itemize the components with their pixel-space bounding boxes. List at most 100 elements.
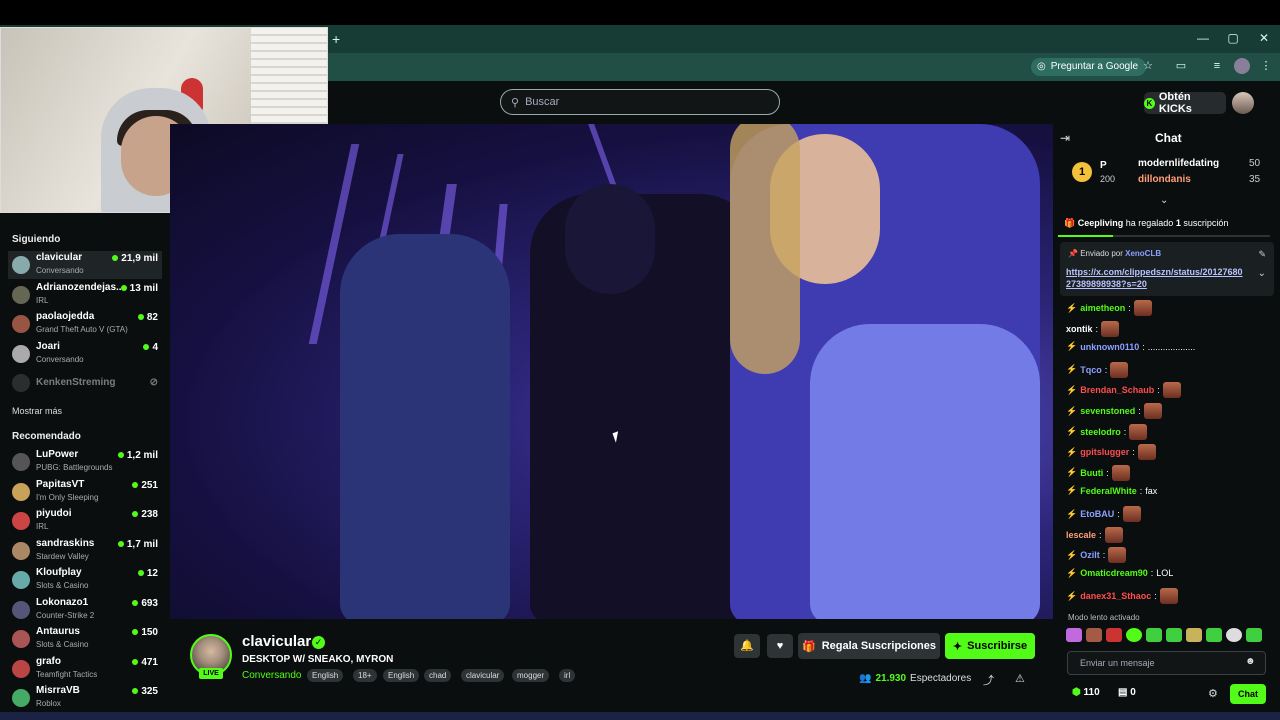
- emote-icon: [1159, 588, 1178, 605]
- browser-menu-icon[interactable]: ⋮: [1258, 58, 1274, 74]
- emote-icon[interactable]: [1186, 628, 1202, 642]
- streamer-name[interactable]: clavicular: [242, 633, 311, 650]
- sidebar-channel[interactable]: Lokonazo1 Counter-Strike 2 693: [8, 596, 162, 624]
- sidebar-channel[interactable]: piyudoi IRL 238: [8, 507, 162, 535]
- chat-colon: :: [1142, 341, 1145, 352]
- channel-category: IRL: [36, 522, 49, 531]
- sidebar-channel[interactable]: Adrianozendejas... IRL 13 mil: [8, 281, 162, 309]
- gift-subscriptions-button[interactable]: 🎁 Regala Suscripciones: [798, 633, 940, 659]
- pinned-by-user[interactable]: XenoCLB: [1125, 249, 1161, 258]
- bookmark-star-icon[interactable]: ☆: [1140, 58, 1156, 74]
- gift-user[interactable]: Ceepliving: [1078, 218, 1124, 228]
- stream-tag[interactable]: English: [307, 669, 344, 682]
- live-dot-icon: [137, 314, 144, 320]
- channel-viewer-count: 12: [146, 568, 158, 579]
- channel-points[interactable]: ⬢ 110: [1072, 687, 1100, 698]
- emote-icon[interactable]: [1126, 628, 1142, 642]
- sidebar-channel[interactable]: PapitasVT I'm Only Sleeping 251: [8, 478, 162, 506]
- share-icon[interactable]: ⤴: [983, 672, 994, 688]
- emote-icon[interactable]: [1066, 628, 1082, 642]
- chat-username[interactable]: xontik: [1066, 324, 1093, 334]
- stream-tag[interactable]: 18+: [353, 669, 377, 682]
- expand-chevron-icon[interactable]: ⌄: [1160, 195, 1168, 206]
- chat-username[interactable]: gpitslugger: [1080, 447, 1129, 457]
- stream-tag[interactable]: clavicular: [461, 669, 505, 682]
- stream-tag[interactable]: English: [383, 669, 420, 682]
- sidebar-channel[interactable]: paolaojedda Grand Theft Auto V (GTA) 82: [8, 310, 162, 338]
- settings-gear-icon[interactable]: ⚙: [1208, 687, 1218, 700]
- sidebar-channel[interactable]: Kloufplay Slots & Casino 12: [8, 566, 162, 594]
- stream-tag[interactable]: irl: [559, 669, 576, 682]
- chat-username[interactable]: aimetheon: [1080, 303, 1125, 313]
- chat-username[interactable]: Brendan_Schaub: [1080, 385, 1154, 395]
- sidebar-channel[interactable]: Joari Conversando 4: [8, 340, 162, 368]
- new-tab-button[interactable]: +: [332, 31, 340, 47]
- chat-username[interactable]: unknown0110: [1080, 342, 1139, 352]
- emote-icon[interactable]: [1206, 628, 1222, 642]
- follow-heart-button[interactable]: ♥: [767, 634, 793, 658]
- search-input[interactable]: ⚲ Buscar: [500, 89, 780, 115]
- top-user-1[interactable]: modernlifedating: [1138, 158, 1219, 169]
- ask-google-button[interactable]: ◎ Preguntar a Google: [1031, 58, 1147, 76]
- top-user-2[interactable]: dillondanis: [1138, 174, 1191, 185]
- cast-icon[interactable]: ▭: [1173, 58, 1189, 74]
- user-avatar[interactable]: [1232, 92, 1254, 114]
- gift-progress-bar: [1058, 235, 1270, 237]
- emoji-picker-icon[interactable]: ☻: [1245, 656, 1256, 667]
- unpin-icon[interactable]: ✎: [1258, 249, 1266, 260]
- sidebar-channel[interactable]: grafo Teamfight Tactics 471: [8, 655, 162, 683]
- chat-username[interactable]: steelodro: [1080, 427, 1121, 437]
- show-more-link[interactable]: Mostrar más: [12, 406, 62, 416]
- emote-icon: [1104, 526, 1123, 543]
- notification-bell-button[interactable]: 🔔: [734, 634, 760, 658]
- pinned-link[interactable]: https://x.com/clippedszn/status/20127680…: [1066, 266, 1246, 290]
- get-kicks-button[interactable]: K Obtén KICKs: [1144, 91, 1226, 115]
- emote-icon[interactable]: [1106, 628, 1122, 642]
- sidebar-channel[interactable]: KenkenStreming ⊘: [8, 369, 162, 397]
- emote-icon[interactable]: [1146, 628, 1162, 642]
- emote-icon[interactable]: [1246, 628, 1262, 642]
- video-player[interactable]: [170, 124, 1053, 619]
- profile-icon[interactable]: [1234, 58, 1250, 74]
- sidebar-channel[interactable]: MisrraVB Roblox 325: [8, 684, 162, 712]
- chat-colon: :: [1139, 485, 1143, 496]
- close-window-button[interactable]: ✕: [1255, 31, 1273, 45]
- channel-viewers: 13 mil: [120, 283, 158, 294]
- chat-username[interactable]: danex31_Sthaoc: [1080, 591, 1151, 601]
- chat-username[interactable]: EtoBAU: [1080, 509, 1114, 519]
- gift-progress-fill: [1058, 235, 1114, 237]
- live-dot-icon: [117, 540, 124, 547]
- chat-username[interactable]: Tqco: [1080, 365, 1102, 375]
- chevron-down-icon[interactable]: ⌄: [1258, 268, 1266, 279]
- sidebar-channel[interactable]: sandraskins Stardew Valley 1,7 mil: [8, 537, 162, 565]
- emote-icon[interactable]: [1226, 628, 1242, 642]
- pinned-message[interactable]: 📌 Enviado por XenoCLB ✎ https://x.com/cl…: [1060, 242, 1274, 296]
- sidebar-channel[interactable]: LuPower PUBG: Battlegrounds 1,2 mil: [8, 448, 162, 476]
- sidebar-channel[interactable]: Antaurus Slots & Casino 150: [8, 625, 162, 653]
- store-button[interactable]: ▤ 0: [1118, 687, 1136, 698]
- chat-username[interactable]: Ozilt: [1080, 550, 1100, 560]
- emote-icon[interactable]: [1086, 628, 1102, 642]
- sidebar-channel[interactable]: clavicular Conversando 21,9 mil: [8, 251, 162, 279]
- minimize-button[interactable]: —: [1194, 31, 1212, 45]
- chat-username[interactable]: Buuti: [1080, 468, 1103, 478]
- send-chat-button[interactable]: Chat: [1230, 684, 1266, 704]
- emote-icon: [1129, 423, 1148, 440]
- chat-username[interactable]: Omaticdream90: [1080, 568, 1148, 578]
- chat-message-input[interactable]: Enviar un mensaje: [1067, 651, 1266, 675]
- maximize-button[interactable]: ▢: [1224, 31, 1242, 45]
- subscribe-button[interactable]: ✦ Suscribirse: [945, 633, 1035, 659]
- reading-list-icon[interactable]: ≡: [1209, 58, 1225, 74]
- chat-username[interactable]: FederalWhite: [1080, 486, 1137, 496]
- gifter-name[interactable]: P: [1100, 160, 1107, 171]
- collapse-chat-icon[interactable]: ⇥: [1060, 131, 1070, 145]
- report-flag-icon[interactable]: ⚠: [1015, 672, 1025, 685]
- chat-username[interactable]: sevenstoned: [1080, 406, 1135, 416]
- stream-category[interactable]: Conversando: [242, 670, 301, 681]
- stream-tag[interactable]: mogger: [512, 669, 550, 682]
- emote-icon[interactable]: [1166, 628, 1182, 642]
- stream-tag[interactable]: chad: [424, 669, 452, 682]
- chat-username[interactable]: lescale: [1066, 530, 1096, 540]
- verified-icon: ✓: [312, 636, 325, 649]
- badge-icon: ⚡: [1066, 590, 1078, 601]
